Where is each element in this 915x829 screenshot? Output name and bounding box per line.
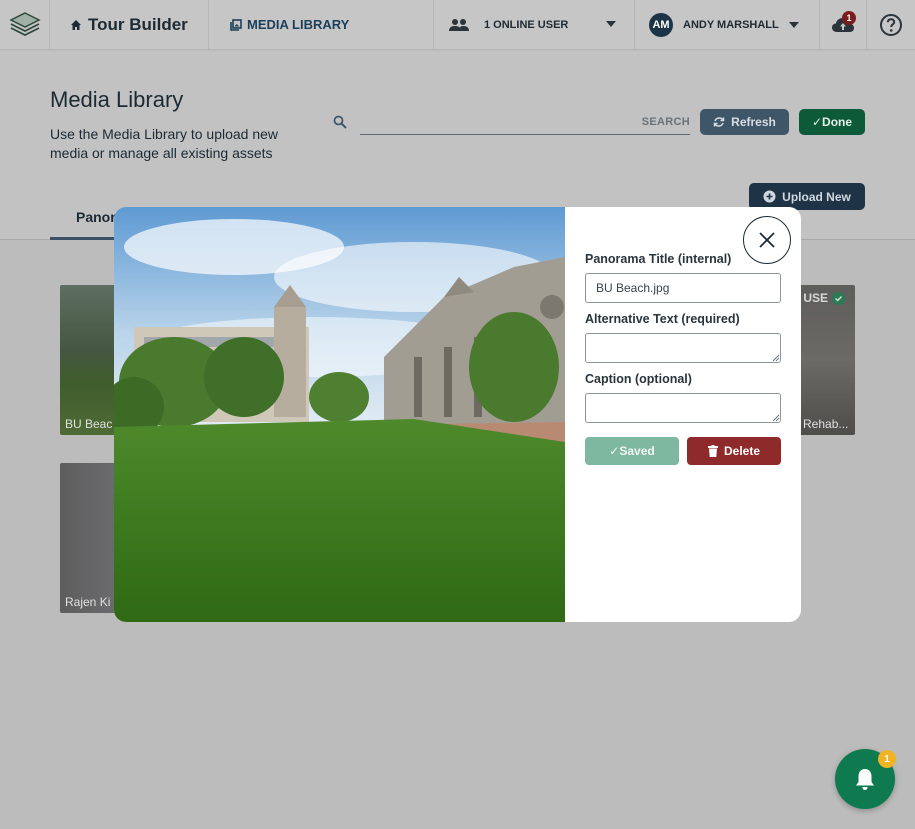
alt-text-label: Alternative Text (required) [585,312,740,326]
delete-label: Delete [723,444,761,458]
in-use-label: USE [803,291,828,305]
plus-circle-icon [763,190,776,203]
search-label: SEARCH [641,116,690,128]
help-button[interactable] [867,0,915,49]
done-button[interactable]: ✓Done [799,109,865,135]
saved-button[interactable]: ✓Saved [585,437,679,465]
cloud-badge: 1 [842,11,856,25]
search-input[interactable] [360,113,690,135]
top-navigation-bar: Tour Builder MEDIA LIBRARY 1 ONLINE USER… [0,0,915,50]
account-menu[interactable]: AM ANDY MARSHALL [635,0,820,49]
done-label: ✓Done [811,115,853,129]
resize-grip-icon[interactable] [772,414,780,422]
media-library-label: MEDIA LIBRARY [247,17,350,32]
close-icon [759,232,775,248]
media-card-label: BU Beac [65,417,113,431]
media-card-label: Rajen Ki [65,595,111,609]
group-icon [449,18,469,31]
page-description: Use the Media Library to upload new medi… [50,126,279,161]
bell-icon [856,769,874,790]
tour-builder-link[interactable]: Tour Builder [50,0,209,49]
panorama-preview-image [114,207,565,622]
media-details-form: Panorama Title (internal) Alternative Te… [565,207,801,622]
panorama-title-label: Panorama Title (internal) [585,252,732,266]
caption-field[interactable] [585,393,781,423]
notification-count-badge: 1 [878,750,896,768]
caption-label: Caption (optional) [585,372,692,386]
refresh-label: Refresh [731,115,776,129]
close-modal-button[interactable] [743,216,791,264]
in-use-indicator: USE [803,291,845,305]
chevron-down-icon [606,21,616,27]
search-bar: SEARCH [330,113,692,137]
media-details-modal: Panorama Title (internal) Alternative Te… [114,207,801,622]
brand-label: Tour Builder [88,14,188,34]
alt-text-field[interactable] [585,333,781,363]
app-logo[interactable] [0,0,50,49]
page-title: Media Library [50,87,184,112]
chevron-down-icon [788,21,799,28]
account-name: ANDY MARSHALL [683,18,779,31]
refresh-button[interactable]: Refresh [700,109,789,135]
photo-library-icon [230,18,242,31]
saved-label: ✓Saved [609,444,655,458]
panorama-title-field[interactable] [585,273,781,303]
online-users-dropdown[interactable]: 1 ONLINE USER [434,0,635,49]
layers-logo-icon [8,11,41,36]
media-card[interactable]: USE Rehab... [795,285,855,435]
upload-label: Upload New [782,189,851,204]
delete-button[interactable]: Delete [687,437,781,465]
resize-grip-icon[interactable] [772,354,780,362]
avatar: AM [649,12,673,37]
home-icon [71,19,81,30]
upload-new-button[interactable]: Upload New [749,183,865,210]
search-icon [333,115,347,129]
media-library-nav[interactable]: MEDIA LIBRARY [209,0,434,49]
cloud-sync-button[interactable]: 1 [820,0,867,49]
refresh-icon [713,117,725,127]
trash-icon [707,445,718,457]
check-circle-icon [832,291,845,305]
online-users-label: 1 ONLINE USER [484,18,569,31]
help-circle-icon [880,13,902,36]
media-card-label: Rehab... [803,417,849,431]
